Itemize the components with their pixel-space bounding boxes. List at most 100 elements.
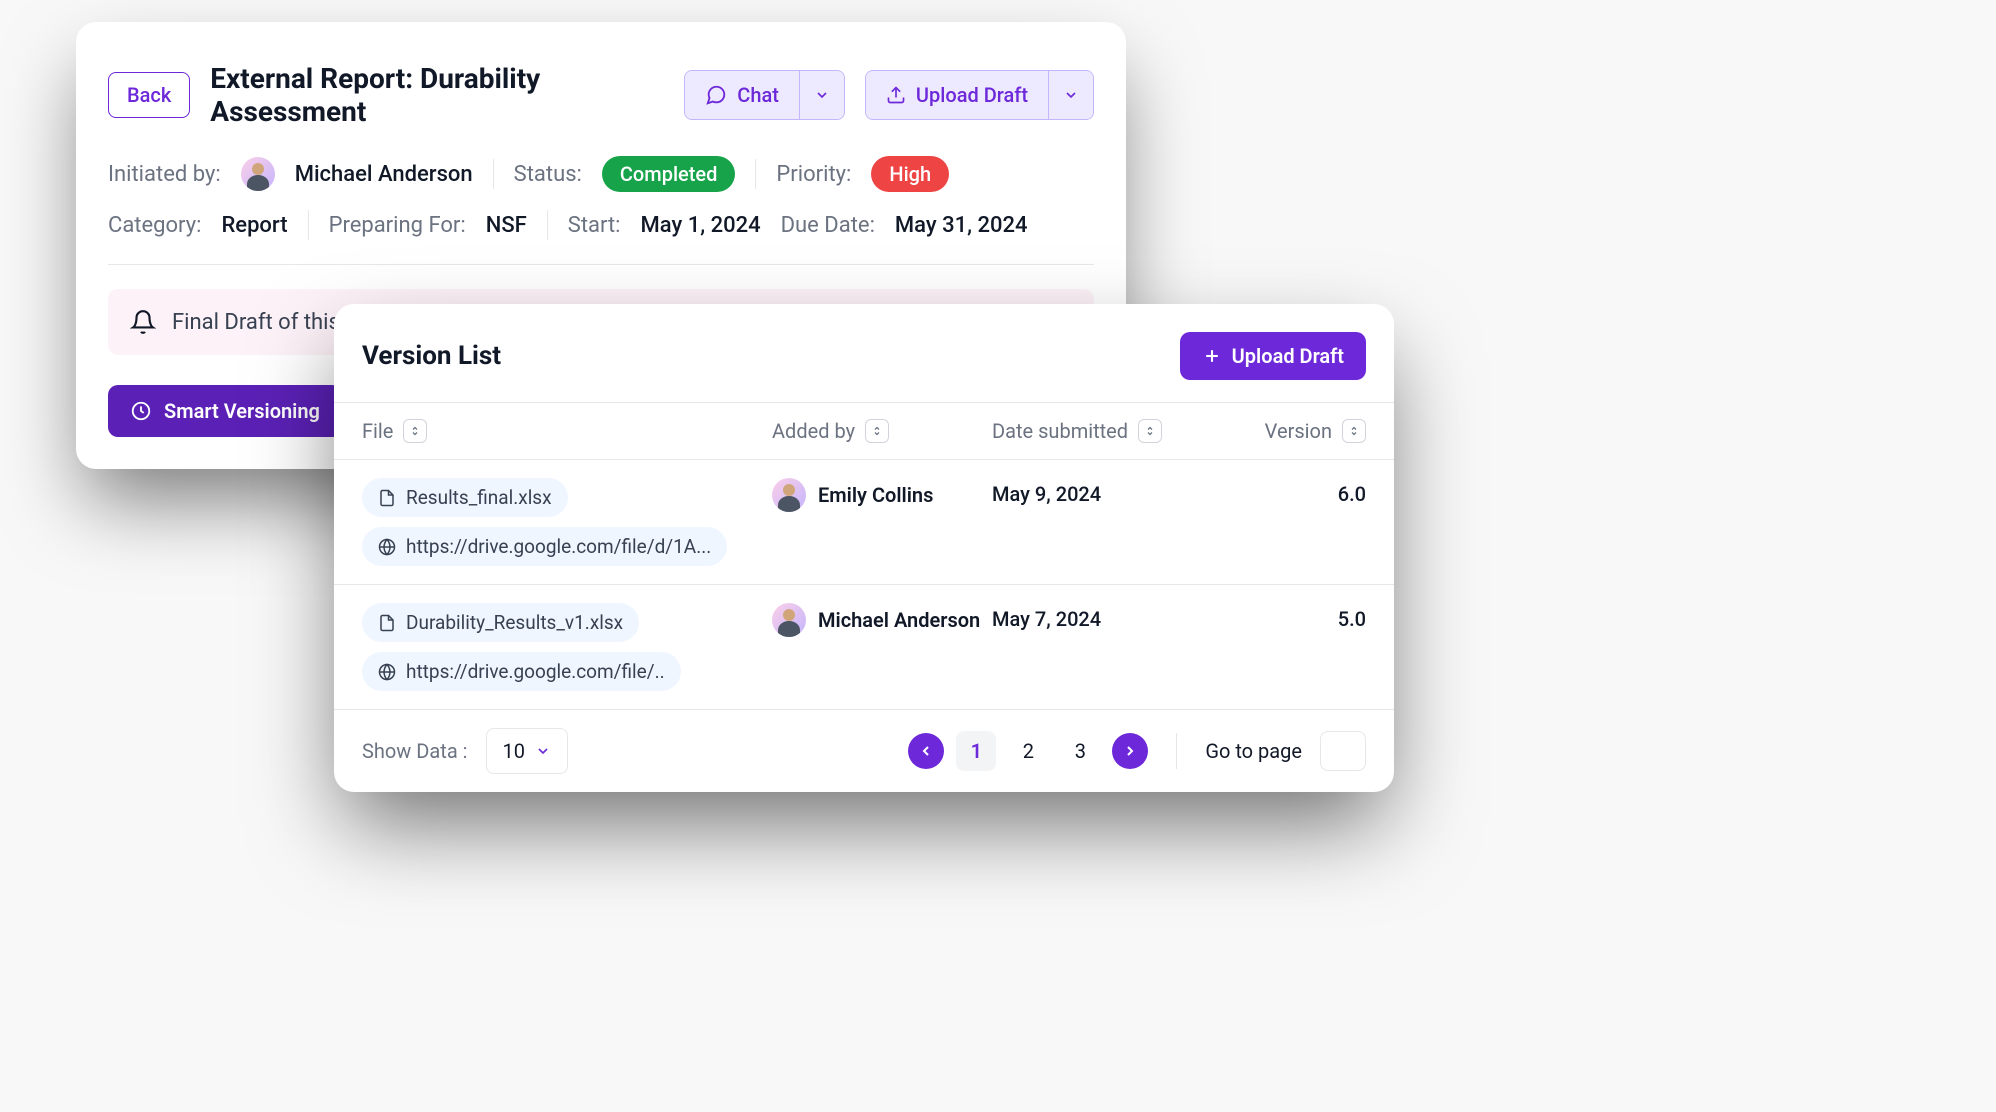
globe-icon: [378, 663, 396, 681]
divider: [1176, 733, 1177, 769]
initiated-by-value: Michael Anderson: [295, 162, 473, 187]
chat-button-group: Chat: [684, 70, 845, 120]
chat-icon: [705, 84, 727, 106]
column-file-label: File: [362, 419, 393, 443]
file-cell: Results_final.xlsx https://drive.google.…: [362, 478, 772, 566]
sort-icon: [1342, 419, 1366, 443]
version-table-head: File Added by Date submitted Version: [334, 402, 1394, 460]
divider: [755, 159, 756, 189]
file-chip[interactable]: Durability_Results_v1.xlsx: [362, 603, 639, 642]
file-name: Durability_Results_v1.xlsx: [406, 611, 623, 634]
file-link: https://drive.google.com/file/..: [406, 660, 665, 683]
due-date-label: Due Date:: [781, 213, 875, 238]
column-date[interactable]: Date submitted: [992, 419, 1212, 443]
file-cell: Durability_Results_v1.xlsx https://drive…: [362, 603, 772, 691]
category-label: Category:: [108, 213, 201, 238]
clock-refresh-icon: [130, 400, 152, 422]
globe-icon: [378, 538, 396, 556]
added-by-name: Emily Collins: [818, 483, 933, 507]
smart-versioning-button[interactable]: Smart Versioning: [108, 385, 342, 437]
back-button[interactable]: Back: [108, 72, 190, 118]
table-row: Results_final.xlsx https://drive.google.…: [334, 460, 1394, 585]
file-name: Results_final.xlsx: [406, 486, 552, 509]
initiated-by-label: Initiated by:: [108, 162, 221, 187]
link-chip[interactable]: https://drive.google.com/file/..: [362, 652, 681, 691]
file-chip[interactable]: Results_final.xlsx: [362, 478, 568, 517]
sort-icon: [1138, 419, 1162, 443]
date-cell: May 9, 2024: [992, 478, 1212, 506]
column-version-label: Version: [1265, 419, 1332, 443]
upload-draft-button[interactable]: Upload Draft: [866, 71, 1048, 119]
page-size-select[interactable]: 10: [486, 728, 568, 774]
version-list-card: Version List Upload Draft File Added by …: [334, 304, 1394, 792]
chat-button-label: Chat: [737, 83, 779, 107]
column-added-by-label: Added by: [772, 419, 855, 443]
upload-draft-button-group: Upload Draft: [865, 70, 1094, 120]
plus-icon: [1202, 346, 1222, 366]
upload-draft-label: Upload Draft: [1232, 344, 1344, 368]
status-label: Status:: [514, 162, 582, 187]
divider: [308, 210, 309, 240]
version-list-title: Version List: [362, 341, 501, 371]
meta-row-1: Initiated by: Michael Anderson Status: C…: [108, 156, 1094, 192]
table-footer: Show Data : 10 1 2 3 Go to page: [334, 710, 1394, 792]
smart-versioning-label: Smart Versioning: [164, 399, 320, 423]
preparing-for-value: NSF: [486, 213, 527, 238]
column-date-label: Date submitted: [992, 419, 1128, 443]
document-icon: [378, 489, 396, 507]
chat-dropdown-button[interactable]: [799, 71, 844, 119]
column-file[interactable]: File: [362, 419, 772, 443]
next-page-button[interactable]: [1112, 733, 1148, 769]
added-by-name: Michael Anderson: [818, 608, 980, 632]
bell-icon: [130, 309, 156, 335]
column-added-by[interactable]: Added by: [772, 419, 992, 443]
upload-icon: [886, 85, 906, 105]
page-size-value: 10: [503, 739, 525, 763]
upload-draft-button-secondary[interactable]: Upload Draft: [1180, 332, 1366, 380]
start-label: Start:: [568, 213, 621, 238]
avatar: [772, 478, 806, 512]
priority-badge: High: [871, 156, 949, 192]
chevron-down-icon: [1063, 87, 1079, 103]
meta-row-2: Category: Report Preparing For: NSF Star…: [108, 210, 1094, 240]
due-date-value: May 31, 2024: [895, 213, 1028, 238]
version-list-header: Version List Upload Draft: [334, 332, 1394, 402]
start-value: May 1, 2024: [641, 213, 761, 238]
show-data-label: Show Data :: [362, 739, 468, 763]
status-badge: Completed: [602, 156, 736, 192]
upload-draft-dropdown-button[interactable]: [1048, 71, 1093, 119]
avatar: [241, 157, 275, 191]
date-cell: May 7, 2024: [992, 603, 1212, 631]
divider: [547, 210, 548, 240]
pagination: 1 2 3: [908, 731, 1148, 771]
priority-label: Priority:: [776, 162, 851, 187]
card-header: Back External Report: Durability Assessm…: [108, 62, 1094, 128]
divider: [493, 159, 494, 189]
preparing-for-label: Preparing For:: [329, 213, 466, 238]
document-icon: [378, 614, 396, 632]
goto-page-input[interactable]: [1320, 731, 1366, 771]
sort-icon: [403, 419, 427, 443]
file-link: https://drive.google.com/file/d/1A...: [406, 535, 711, 558]
version-cell: 5.0: [1212, 603, 1366, 631]
link-chip[interactable]: https://drive.google.com/file/d/1A...: [362, 527, 727, 566]
page-number[interactable]: 2: [1008, 731, 1048, 771]
version-cell: 6.0: [1212, 478, 1366, 506]
prev-page-button[interactable]: [908, 733, 944, 769]
page-title: External Report: Durability Assessment: [210, 62, 664, 128]
divider: [108, 264, 1094, 265]
sort-icon: [865, 419, 889, 443]
upload-draft-label: Upload Draft: [916, 83, 1028, 107]
added-by-cell: Michael Anderson: [772, 603, 992, 637]
table-row: Durability_Results_v1.xlsx https://drive…: [334, 585, 1394, 710]
avatar: [772, 603, 806, 637]
added-by-cell: Emily Collins: [772, 478, 992, 512]
page-number[interactable]: 1: [956, 731, 996, 771]
category-value: Report: [221, 213, 287, 238]
chevron-down-icon: [535, 743, 551, 759]
page-number[interactable]: 3: [1060, 731, 1100, 771]
chat-button[interactable]: Chat: [685, 71, 799, 119]
column-version[interactable]: Version: [1212, 419, 1366, 443]
chevron-down-icon: [814, 87, 830, 103]
goto-page-label: Go to page: [1205, 739, 1302, 763]
